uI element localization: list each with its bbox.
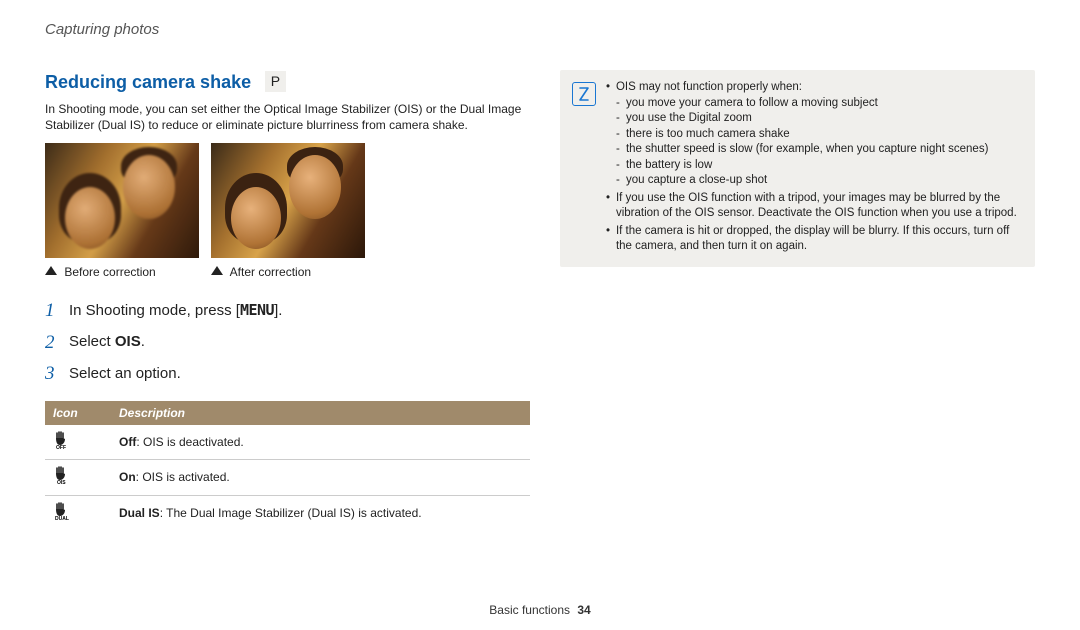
step-text-suffix: .: [141, 333, 145, 350]
section-header: Capturing photos: [45, 20, 1035, 40]
column-right: OIS may not function properly when: you …: [560, 70, 1035, 530]
mode-badge: P: [265, 71, 286, 92]
note-box: OIS may not function properly when: you …: [560, 70, 1035, 267]
hand-ois-icon: OIS: [53, 466, 73, 484]
step-text: In Shooting mode, press [: [69, 302, 240, 319]
table-header-row: Icon Description: [45, 401, 530, 425]
row-icon: OFF: [45, 425, 111, 460]
content-columns: Reducing camera shake P In Shooting mode…: [45, 70, 1035, 530]
caption-after: After correction: [211, 264, 365, 280]
caption-before-text: Before correction: [64, 265, 155, 279]
example-photos: [45, 143, 530, 258]
step-number: 3: [45, 361, 69, 387]
table-row: DUAL Dual IS: The Dual Image Stabilizer …: [45, 495, 530, 530]
photo-captions: Before correction After correction: [45, 264, 530, 280]
step-3: 3 Select an option.: [45, 361, 530, 387]
header-desc: Description: [111, 401, 530, 425]
note-subitem: you capture a close-up shot: [616, 173, 1023, 189]
step-number: 2: [45, 330, 69, 356]
note-bullet-3: If the camera is hit or dropped, the dis…: [606, 224, 1023, 255]
note-subitem: the shutter speed is slow (for example, …: [616, 142, 1023, 158]
photo-before: [45, 143, 199, 258]
row-icon: DUAL: [45, 495, 111, 530]
note-icon: [572, 82, 596, 106]
footer: Basic functions 34: [0, 602, 1080, 618]
table-row: OIS On: OIS is activated.: [45, 460, 530, 495]
menu-button-label: MENU: [240, 301, 274, 319]
step-2: 2 Select OIS.: [45, 330, 530, 356]
step-text-suffix: ].: [274, 302, 282, 319]
svg-text:DUAL: DUAL: [55, 516, 69, 520]
step-text: Select: [69, 333, 115, 350]
hand-dual-icon: DUAL: [53, 502, 73, 520]
page-title: Reducing camera shake: [45, 72, 251, 92]
column-left: Reducing camera shake P In Shooting mode…: [45, 70, 530, 530]
steps-list: 1 In Shooting mode, press [MENU]. 2 Sele…: [45, 298, 530, 387]
title-row: Reducing camera shake P: [45, 70, 530, 94]
footer-label: Basic functions: [489, 603, 570, 617]
note-bullet-1: OIS may not function properly when: you …: [606, 80, 1023, 189]
row-desc: Off: OIS is deactivated.: [111, 425, 530, 460]
step-1: 1 In Shooting mode, press [MENU].: [45, 298, 530, 324]
row-desc: Dual IS: The Dual Image Stabilizer (Dual…: [111, 495, 530, 530]
table-row: OFF Off: OIS is deactivated.: [45, 425, 530, 460]
caption-after-text: After correction: [230, 265, 311, 279]
intro-text: In Shooting mode, you can set either the…: [45, 101, 530, 133]
note-subitem: you use the Digital zoom: [616, 111, 1023, 127]
svg-text:OIS: OIS: [57, 480, 66, 484]
footer-page: 34: [577, 603, 590, 617]
note-subitem: there is too much camera shake: [616, 127, 1023, 143]
step-text: Select an option.: [69, 364, 181, 384]
row-desc: On: OIS is activated.: [111, 460, 530, 495]
caption-before: Before correction: [45, 264, 199, 280]
hand-off-icon: OFF: [53, 431, 73, 449]
options-table: Icon Description OFF Off: OIS is deactiv…: [45, 401, 530, 530]
triangle-icon: [211, 266, 223, 275]
row-icon: OIS: [45, 460, 111, 495]
header-icon: Icon: [45, 401, 111, 425]
note-subitem: the battery is low: [616, 158, 1023, 174]
triangle-icon: [45, 266, 57, 275]
step-bold: OIS: [115, 333, 141, 350]
step-number: 1: [45, 298, 69, 324]
note-bullet-2: If you use the OIS function with a tripo…: [606, 191, 1023, 222]
svg-text:OFF: OFF: [56, 445, 66, 449]
photo-after: [211, 143, 365, 258]
note-subitem: you move your camera to follow a moving …: [616, 96, 1023, 112]
note-body: OIS may not function properly when: you …: [606, 80, 1023, 257]
